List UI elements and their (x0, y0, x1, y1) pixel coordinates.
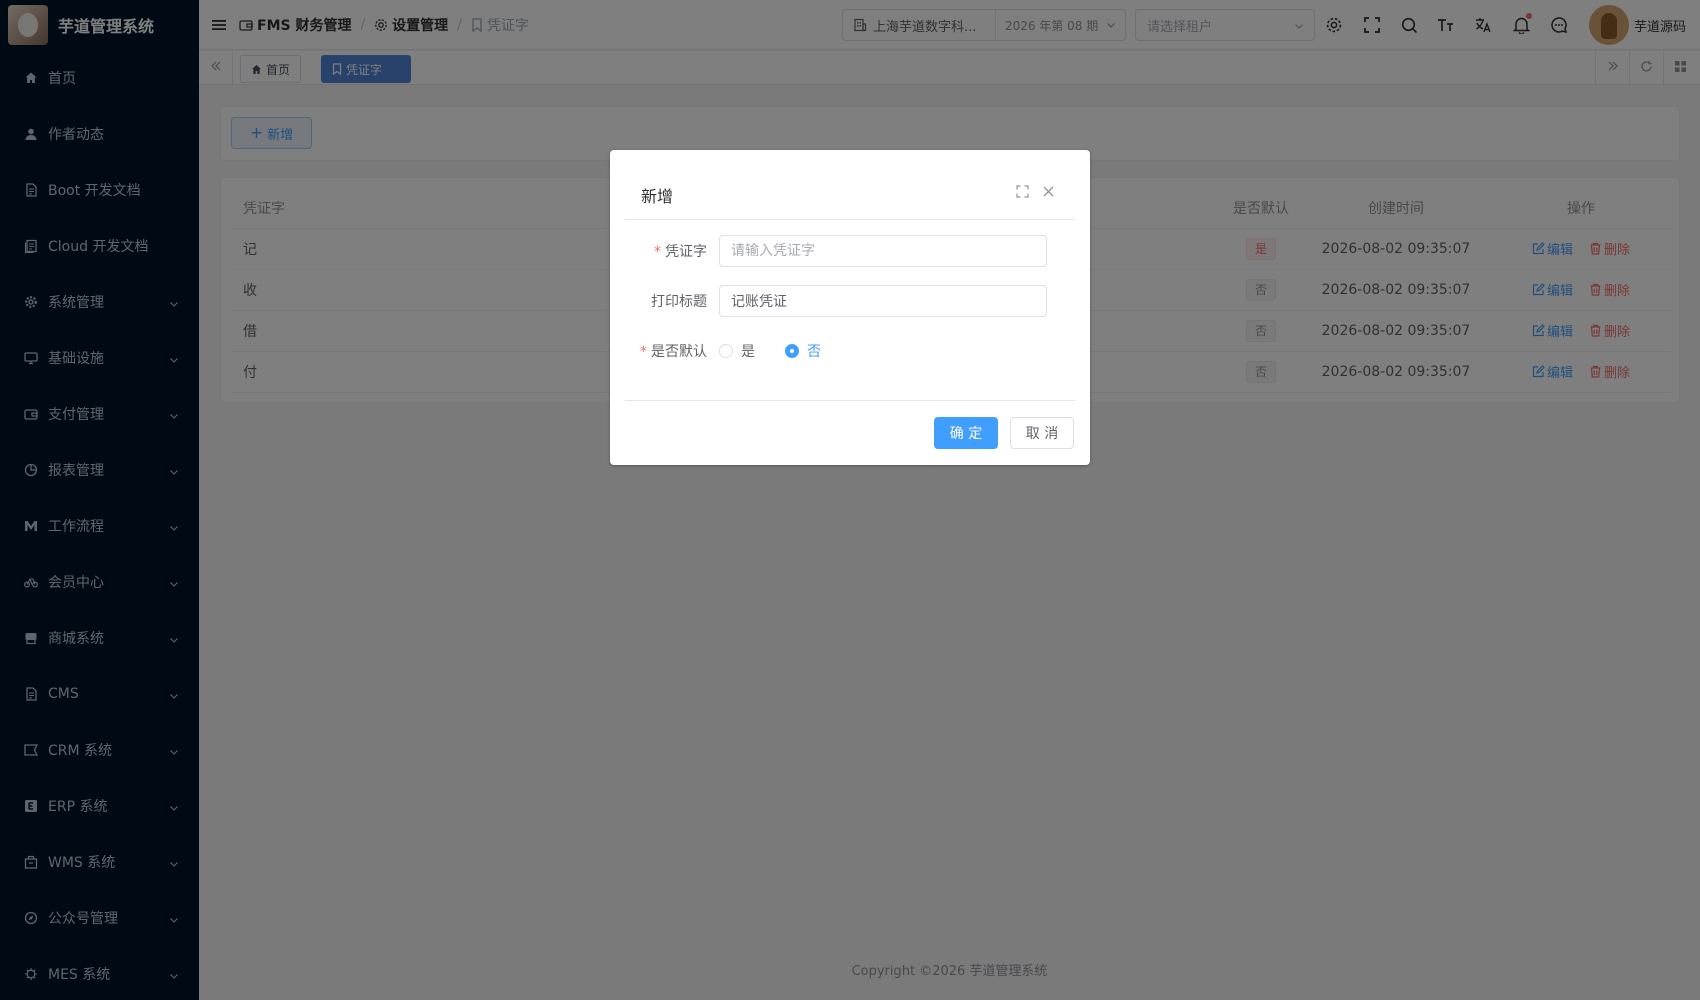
dialog-title: 新增 (641, 187, 674, 206)
form-item-voucher-word: * 凭证字 (610, 235, 1090, 267)
voucher-word-input[interactable] (719, 235, 1047, 267)
voucher-word-label: * 凭证字 (654, 244, 707, 260)
form-item-is-default: * 是否默认 是 否 (610, 335, 1090, 367)
maximize-icon[interactable] (1016, 185, 1029, 202)
radio-checked-icon (785, 344, 799, 358)
close-icon[interactable] (1042, 185, 1055, 202)
cancel-button[interactable]: 取 消 (1010, 417, 1074, 449)
radio-yes[interactable]: 是 (719, 341, 755, 361)
print-title-label: 打印标题 (651, 294, 707, 310)
is-default-label: * 是否默认 (640, 344, 707, 360)
form-item-print-title: 打印标题 (610, 285, 1090, 317)
print-title-input[interactable] (719, 285, 1047, 317)
radio-no[interactable]: 否 (785, 341, 821, 361)
confirm-button[interactable]: 确 定 (934, 417, 998, 449)
add-dialog: 新增 *凭证字 打印标题 *是否默认 是 否 确 定 取 消 (610, 150, 1090, 465)
dialog-header-divider (625, 219, 1075, 220)
radio-circle-icon (719, 344, 733, 358)
dialog-footer-divider (625, 400, 1075, 401)
